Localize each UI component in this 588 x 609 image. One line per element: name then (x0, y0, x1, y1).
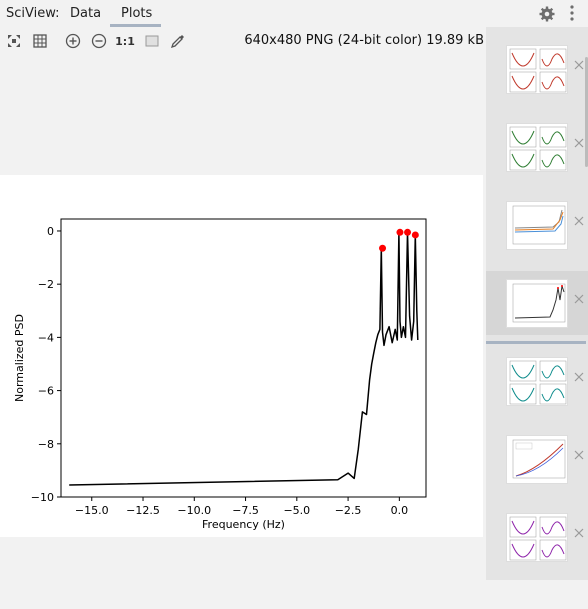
close-icon[interactable] (574, 294, 584, 304)
y-axis-label: Normalized PSD (13, 314, 26, 402)
x-tick-label: −12.5 (126, 504, 160, 517)
peak-marker (404, 228, 412, 236)
y-tick-label: 0 (47, 225, 54, 238)
thumbnail-image (506, 201, 568, 250)
plot-image[interactable]: −15.0 −12.5 −10.0 −7.5 −5.0 −2.5 0.0 0 −2 −4 −6 −8 −… (0, 175, 483, 537)
x-tick-label: 0.0 (391, 504, 409, 517)
peak-marker (396, 228, 404, 236)
image-viewer: −15.0 −12.5 −10.0 −7.5 −5.0 −2.5 0.0 0 −2 −4 −6 −8 −… (0, 54, 486, 609)
app-title: SciView: (6, 6, 60, 21)
thumbnail-preview (512, 283, 566, 323)
plot-thumbnail[interactable] (486, 427, 588, 491)
plot-thumbnail[interactable] (486, 505, 588, 569)
axes-frame (60, 218, 427, 498)
thumbnail-preview (512, 205, 566, 245)
y-tick-label: −6 (38, 385, 54, 398)
x-tick-label: −2.5 (335, 504, 362, 517)
tab-plots[interactable]: Plots (121, 6, 152, 21)
thumbnail-image (506, 123, 568, 172)
thumbnail-divider (486, 341, 586, 344)
x-tick-label: −15.0 (75, 504, 109, 517)
plot-thumbnail[interactable] (486, 271, 588, 335)
thumbnail-preview (512, 439, 566, 479)
close-icon[interactable] (574, 450, 584, 460)
x-tick-label: −5.0 (283, 504, 310, 517)
thumbnail-image (506, 513, 568, 562)
psd-chart: −15.0 −12.5 −10.0 −7.5 −5.0 −2.5 0.0 0 −2 −4 −6 −8 −… (13, 218, 427, 531)
background-toggle-icon[interactable] (143, 32, 161, 50)
close-icon[interactable] (574, 372, 584, 382)
plot-thumbnail[interactable] (486, 349, 588, 413)
close-icon[interactable] (574, 216, 584, 226)
close-icon[interactable] (574, 138, 584, 148)
actual-size-button[interactable]: 1:1 (115, 32, 135, 50)
fit-to-window-icon[interactable] (5, 32, 23, 50)
close-icon[interactable] (574, 60, 584, 70)
plot-thumbnail[interactable] (486, 193, 588, 257)
image-info-text: 640x480 PNG (24-bit color) 19.89 kB (244, 33, 484, 48)
y-tick-label: −8 (38, 438, 54, 451)
thumbnail-preview (509, 126, 567, 171)
thumbnail-image (506, 357, 568, 406)
zoom-out-icon[interactable] (90, 32, 108, 50)
grid-toggle-icon[interactable] (31, 32, 49, 50)
x-tick-label: −10.0 (177, 504, 211, 517)
more-options-icon[interactable] (564, 4, 580, 22)
gear-icon[interactable] (539, 6, 555, 22)
y-tick-label: −10 (31, 491, 54, 504)
x-axis-label: Frequency (Hz) (202, 518, 285, 531)
thumbnail-preview (509, 48, 567, 93)
peak-marker (379, 244, 387, 252)
thumbnail-image (506, 45, 568, 94)
thumbnail-image (506, 435, 568, 484)
x-tick-label: −7.5 (232, 504, 259, 517)
plot-thumbnail[interactable] (486, 37, 588, 101)
header-bar: SciView: Data Plots (0, 0, 588, 27)
zoom-in-icon[interactable] (64, 32, 82, 50)
y-tick-label: −2 (38, 278, 54, 291)
thumbnail-preview (509, 360, 567, 405)
peak-marker (411, 231, 419, 239)
color-picker-icon[interactable] (169, 32, 187, 50)
thumbnail-image (506, 279, 568, 328)
tab-data[interactable]: Data (70, 6, 101, 21)
close-icon[interactable] (574, 528, 584, 538)
plot-thumbnail[interactable] (486, 115, 588, 179)
plots-thumbnail-panel (486, 27, 588, 580)
active-tab-indicator (110, 24, 161, 27)
y-tick-label: −4 (38, 331, 54, 344)
image-toolbar: 1:1 640x480 PNG (24-bit color) 19.89 kB (0, 28, 486, 54)
thumbnail-preview (509, 516, 567, 561)
psd-series-line (69, 231, 419, 486)
